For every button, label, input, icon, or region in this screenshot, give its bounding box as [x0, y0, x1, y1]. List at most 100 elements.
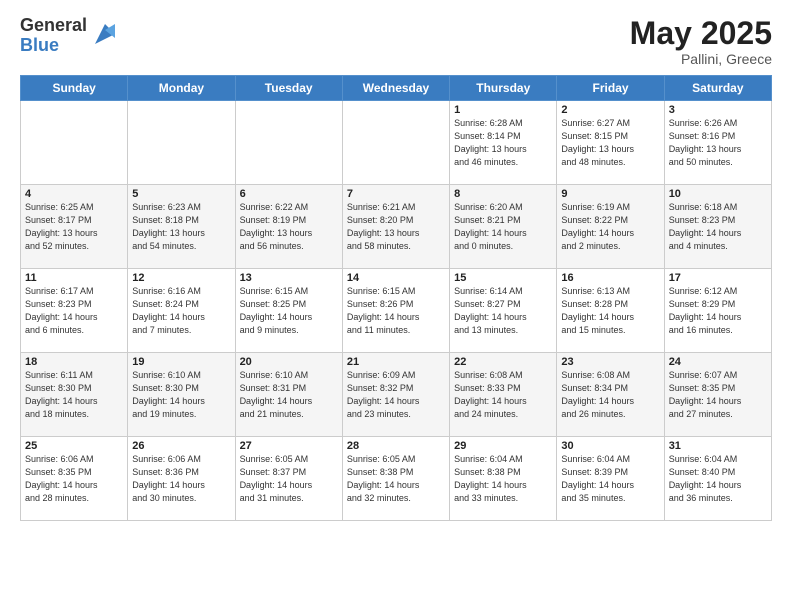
- day-info: Sunrise: 6:04 AM Sunset: 8:38 PM Dayligh…: [454, 454, 527, 503]
- day-info: Sunrise: 6:23 AM Sunset: 8:18 PM Dayligh…: [132, 202, 205, 251]
- day-number: 12: [132, 272, 230, 284]
- day-number: 22: [454, 356, 552, 368]
- day-number: 19: [132, 356, 230, 368]
- day-info: Sunrise: 6:07 AM Sunset: 8:35 PM Dayligh…: [669, 370, 742, 419]
- day-info: Sunrise: 6:12 AM Sunset: 8:29 PM Dayligh…: [669, 286, 742, 335]
- calendar-cell: 17 Sunrise: 6:12 AM Sunset: 8:29 PM Dayli…: [664, 269, 771, 353]
- day-info: Sunrise: 6:10 AM Sunset: 8:31 PM Dayligh…: [240, 370, 313, 419]
- calendar-cell: 23 Sunrise: 6:08 AM Sunset: 8:34 PM Dayli…: [557, 353, 664, 437]
- calendar-cell: 15 Sunrise: 6:14 AM Sunset: 8:27 PM Dayli…: [450, 269, 557, 353]
- day-number: 6: [240, 188, 338, 200]
- weekday-header-thursday: Thursday: [450, 76, 557, 101]
- day-info: Sunrise: 6:26 AM Sunset: 8:16 PM Dayligh…: [669, 118, 742, 167]
- week-row-5: 25 Sunrise: 6:06 AM Sunset: 8:35 PM Dayli…: [21, 437, 772, 521]
- calendar-cell: 30 Sunrise: 6:04 AM Sunset: 8:39 PM Dayli…: [557, 437, 664, 521]
- week-row-3: 11 Sunrise: 6:17 AM Sunset: 8:23 PM Dayli…: [21, 269, 772, 353]
- day-info: Sunrise: 6:20 AM Sunset: 8:21 PM Dayligh…: [454, 202, 527, 251]
- calendar-table: SundayMondayTuesdayWednesdayThursdayFrid…: [20, 75, 772, 521]
- calendar-cell: 20Sunrise: 6:10 AM Sunset: 8:31 PM Dayli…: [235, 353, 342, 437]
- day-number: 3: [669, 104, 767, 116]
- logo-text: General Blue: [20, 16, 87, 56]
- day-number: 16: [561, 272, 659, 284]
- logo-blue: Blue: [20, 36, 87, 56]
- day-number: 9: [561, 188, 659, 200]
- day-info: Sunrise: 6:05 AM Sunset: 8:37 PM Dayligh…: [240, 454, 313, 503]
- calendar-cell: 1 Sunrise: 6:28 AM Sunset: 8:14 PM Daylig…: [450, 101, 557, 185]
- day-number: 29: [454, 440, 552, 452]
- weekday-header-monday: Monday: [128, 76, 235, 101]
- calendar-cell: 8 Sunrise: 6:20 AM Sunset: 8:21 PM Daylig…: [450, 185, 557, 269]
- day-number: 15: [454, 272, 552, 284]
- calendar-cell: 13Sunrise: 6:15 AM Sunset: 8:25 PM Dayli…: [235, 269, 342, 353]
- day-number: 17: [669, 272, 767, 284]
- day-info: Sunrise: 6:18 AM Sunset: 8:23 PM Dayligh…: [669, 202, 742, 251]
- day-number: 18: [25, 356, 123, 368]
- calendar-cell: 24Sunrise: 6:07 AM Sunset: 8:35 PM Dayli…: [664, 353, 771, 437]
- day-info: Sunrise: 6:27 AM Sunset: 8:15 PM Dayligh…: [561, 118, 634, 167]
- calendar-cell: 26 Sunrise: 6:06 AM Sunset: 8:36 PM Dayli…: [128, 437, 235, 521]
- day-number: 30: [561, 440, 659, 452]
- calendar-cell: 2 Sunrise: 6:27 AM Sunset: 8:15 PM Daylig…: [557, 101, 664, 185]
- day-info: Sunrise: 6:21 AM Sunset: 8:20 PM Dayligh…: [347, 202, 420, 251]
- calendar-cell: 29 Sunrise: 6:04 AM Sunset: 8:38 PM Dayli…: [450, 437, 557, 521]
- day-info: Sunrise: 6:06 AM Sunset: 8:36 PM Dayligh…: [132, 454, 205, 503]
- calendar-cell: 19 Sunrise: 6:10 AM Sunset: 8:30 PM Dayli…: [128, 353, 235, 437]
- calendar-cell: 14Sunrise: 6:15 AM Sunset: 8:26 PM Dayli…: [342, 269, 449, 353]
- day-info: Sunrise: 6:13 AM Sunset: 8:28 PM Dayligh…: [561, 286, 634, 335]
- calendar-cell: 16 Sunrise: 6:13 AM Sunset: 8:28 PM Dayli…: [557, 269, 664, 353]
- day-number: 10: [669, 188, 767, 200]
- calendar-cell: 4Sunrise: 6:25 AM Sunset: 8:17 PM Daylig…: [21, 185, 128, 269]
- calendar-cell: 22 Sunrise: 6:08 AM Sunset: 8:33 PM Dayli…: [450, 353, 557, 437]
- calendar-cell: 12Sunrise: 6:16 AM Sunset: 8:24 PM Dayli…: [128, 269, 235, 353]
- weekday-header-row: SundayMondayTuesdayWednesdayThursdayFrid…: [21, 76, 772, 101]
- calendar-cell: [342, 101, 449, 185]
- day-info: Sunrise: 6:11 AM Sunset: 8:30 PM Dayligh…: [25, 370, 98, 419]
- day-info: Sunrise: 6:28 AM Sunset: 8:14 PM Dayligh…: [454, 118, 527, 167]
- day-info: Sunrise: 6:04 AM Sunset: 8:40 PM Dayligh…: [669, 454, 742, 503]
- calendar-cell: 21 Sunrise: 6:09 AM Sunset: 8:32 PM Dayli…: [342, 353, 449, 437]
- day-info: Sunrise: 6:17 AM Sunset: 8:23 PM Dayligh…: [25, 286, 98, 335]
- day-info: Sunrise: 6:15 AM Sunset: 8:25 PM Dayligh…: [240, 286, 313, 335]
- day-info: Sunrise: 6:14 AM Sunset: 8:27 PM Dayligh…: [454, 286, 527, 335]
- day-number: 28: [347, 440, 445, 452]
- day-number: 25: [25, 440, 123, 452]
- day-number: 8: [454, 188, 552, 200]
- calendar-cell: 11 Sunrise: 6:17 AM Sunset: 8:23 PM Dayli…: [21, 269, 128, 353]
- day-info: Sunrise: 6:06 AM Sunset: 8:35 PM Dayligh…: [25, 454, 98, 503]
- week-row-2: 4Sunrise: 6:25 AM Sunset: 8:17 PM Daylig…: [21, 185, 772, 269]
- logo-general: General: [20, 16, 87, 36]
- day-number: 2: [561, 104, 659, 116]
- location: Pallini, Greece: [630, 51, 772, 67]
- day-info: Sunrise: 6:19 AM Sunset: 8:22 PM Dayligh…: [561, 202, 634, 251]
- day-number: 11: [25, 272, 123, 284]
- page: General Blue May 2025 Pallini, Greece Su…: [0, 0, 792, 612]
- calendar-cell: 28 Sunrise: 6:05 AM Sunset: 8:38 PM Dayli…: [342, 437, 449, 521]
- day-number: 26: [132, 440, 230, 452]
- day-info: Sunrise: 6:05 AM Sunset: 8:38 PM Dayligh…: [347, 454, 420, 503]
- day-number: 27: [240, 440, 338, 452]
- title-block: May 2025 Pallini, Greece: [630, 16, 772, 67]
- weekday-header-sunday: Sunday: [21, 76, 128, 101]
- day-number: 7: [347, 188, 445, 200]
- day-number: 31: [669, 440, 767, 452]
- calendar-cell: [128, 101, 235, 185]
- day-info: Sunrise: 6:08 AM Sunset: 8:33 PM Dayligh…: [454, 370, 527, 419]
- day-number: 21: [347, 356, 445, 368]
- weekday-header-tuesday: Tuesday: [235, 76, 342, 101]
- calendar-cell: 5 Sunrise: 6:23 AM Sunset: 8:18 PM Daylig…: [128, 185, 235, 269]
- day-info: Sunrise: 6:10 AM Sunset: 8:30 PM Dayligh…: [132, 370, 205, 419]
- header: General Blue May 2025 Pallini, Greece: [20, 16, 772, 67]
- weekday-header-wednesday: Wednesday: [342, 76, 449, 101]
- week-row-1: 1 Sunrise: 6:28 AM Sunset: 8:14 PM Daylig…: [21, 101, 772, 185]
- logo: General Blue: [20, 16, 119, 56]
- day-number: 1: [454, 104, 552, 116]
- day-number: 4: [25, 188, 123, 200]
- day-info: Sunrise: 6:04 AM Sunset: 8:39 PM Dayligh…: [561, 454, 634, 503]
- day-info: Sunrise: 6:22 AM Sunset: 8:19 PM Dayligh…: [240, 202, 313, 251]
- calendar-cell: 6 Sunrise: 6:22 AM Sunset: 8:19 PM Daylig…: [235, 185, 342, 269]
- day-number: 5: [132, 188, 230, 200]
- day-number: 23: [561, 356, 659, 368]
- day-info: Sunrise: 6:09 AM Sunset: 8:32 PM Dayligh…: [347, 370, 420, 419]
- calendar-cell: 27 Sunrise: 6:05 AM Sunset: 8:37 PM Dayli…: [235, 437, 342, 521]
- day-info: Sunrise: 6:08 AM Sunset: 8:34 PM Dayligh…: [561, 370, 634, 419]
